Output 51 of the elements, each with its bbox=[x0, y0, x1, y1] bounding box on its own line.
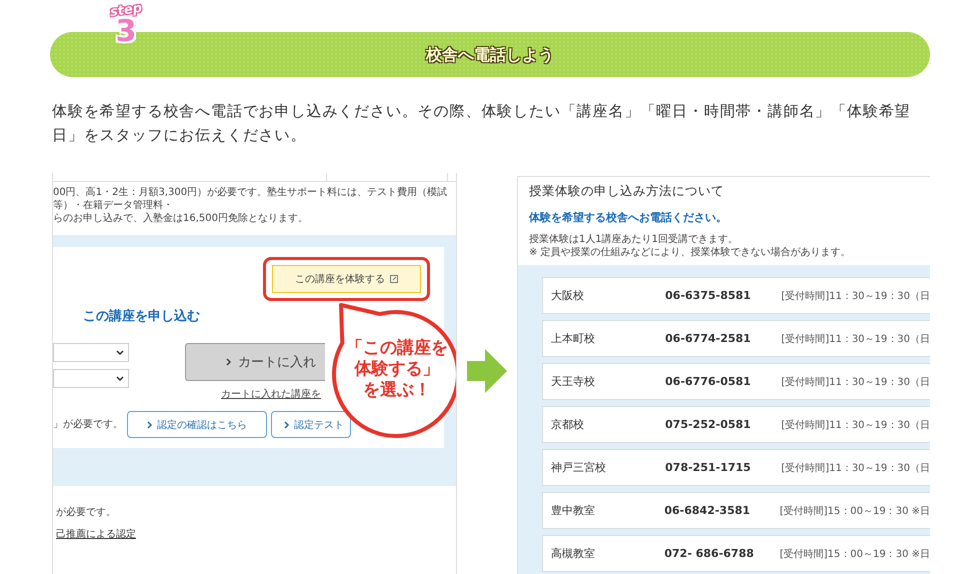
link-button[interactable]: 認定の確認はこちら bbox=[127, 411, 267, 438]
arrow-right-icon bbox=[467, 349, 507, 393]
external-link-icon bbox=[390, 275, 398, 283]
phone-number: 06-6375-8581 bbox=[665, 289, 752, 302]
note-text: 00円、高1・2生：月額3,300円）が必要です。塾生サポート料には、テスト費用（模試等）・在籍データ管理料・ bbox=[53, 186, 448, 212]
requirement-text: 」が必要です。 bbox=[53, 418, 123, 431]
recommendation-link[interactable]: 己推薦による認定 bbox=[56, 527, 136, 541]
chevron-icon bbox=[147, 420, 153, 428]
hours-text: [受付時間]15：00～19：30 ※日 bbox=[780, 548, 930, 560]
hours-text: [受付時間]11：30～19：30（日 bbox=[781, 376, 930, 388]
select-field[interactable] bbox=[53, 369, 129, 388]
school-name: 上本町校 bbox=[550, 331, 596, 346]
caret-icon bbox=[116, 350, 124, 355]
step-label: step bbox=[109, 2, 143, 20]
callout-text: を選ぶ！ bbox=[363, 380, 431, 401]
note-text: ※ 定員や授業の仕組みなどにより、授業体験できない場合があります。 bbox=[528, 246, 852, 259]
chevron-icon bbox=[226, 358, 232, 366]
trial-button[interactable]: この講座を体験する bbox=[272, 265, 422, 293]
intro-text: 体験を希望する校舎へ電話でお申し込みください。その際、体験したい「講座名」「曜日・時間帯・講師名」「体験希望日」をスタッフにお伝えください。 bbox=[52, 101, 912, 146]
hours-text: [受付時間]11：30～19：30（日 bbox=[781, 418, 930, 432]
cart-button[interactable]: カートに入れ bbox=[185, 343, 325, 381]
phone-number: 078-251-1715 bbox=[665, 461, 752, 474]
link-button[interactable]: 認定テスト bbox=[271, 411, 351, 438]
section-title: 授業体験の申し込み方法について bbox=[528, 183, 725, 200]
banner-title: 校舎へ電話しよう bbox=[426, 45, 554, 66]
phone-number: 06-6776-0581 bbox=[665, 375, 752, 388]
phone-number: 06-6842-3581 bbox=[664, 504, 752, 517]
school-name: 高槻教室 bbox=[550, 546, 596, 561]
lead-text: 体験を希望する校舎へお電話ください。 bbox=[528, 210, 728, 225]
note-text: 授業体験は1人1講座あたり1回受講できます。 bbox=[528, 233, 740, 246]
hours-text: [受付時間]15：00～19：30 ※日 bbox=[780, 504, 930, 518]
hours-text: [受付時間]11：30～19：30（日 bbox=[781, 462, 930, 474]
select-field[interactable] bbox=[53, 343, 129, 362]
cart-link[interactable]: カートに入れた講座を bbox=[221, 387, 321, 401]
chevron-icon bbox=[284, 420, 290, 428]
apply-heading: この講座を申し込む bbox=[83, 308, 200, 325]
phone-number: 06-6774-2581 bbox=[665, 332, 752, 345]
requirement-text: が必要です。 bbox=[56, 506, 117, 519]
school-name: 神戸三宮校 bbox=[550, 460, 607, 475]
school-name: 大阪校 bbox=[550, 288, 585, 303]
school-name: 天王寺校 bbox=[550, 374, 596, 389]
phone-number: 075-252-0581 bbox=[665, 418, 752, 431]
school-name: 豊中教室 bbox=[550, 503, 596, 518]
hours-text: [受付時間]11：30～19：30（日 bbox=[781, 332, 930, 346]
phone-number: 072- 686-6788 bbox=[664, 547, 755, 560]
caret-icon bbox=[116, 376, 124, 381]
school-name: 京都校 bbox=[550, 417, 585, 432]
callout-text: 体験する」 bbox=[354, 359, 440, 380]
callout-text: 「この講座を bbox=[346, 338, 448, 359]
note-text: らのお申し込みで、入塾金は16,500円免除となります。 bbox=[53, 212, 309, 225]
hours-text: [受付時間]11：30～19：30（日 bbox=[781, 290, 930, 302]
